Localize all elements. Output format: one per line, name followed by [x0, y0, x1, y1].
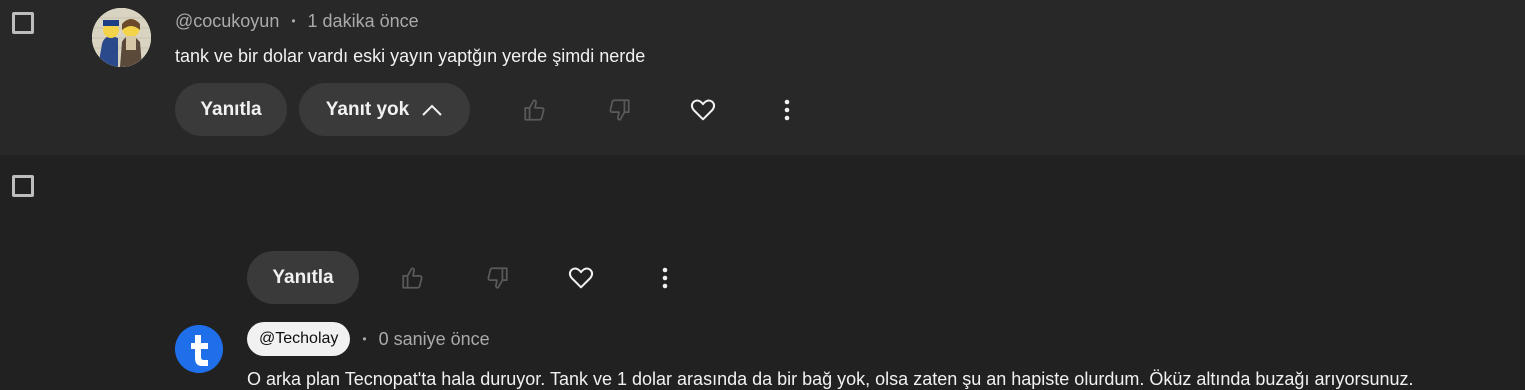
more-icon: [784, 99, 790, 121]
like-icon: [402, 267, 423, 289]
comment-meta: @Techolay • 0 saniye önce: [247, 322, 490, 356]
separator-dot: •: [362, 332, 367, 346]
more-icon: [662, 267, 668, 289]
heart-icon: [690, 99, 716, 121]
reply-button[interactable]: Yanıtla: [247, 251, 359, 304]
author-handle[interactable]: @cocukoyun: [175, 11, 279, 32]
heart-button[interactable]: [688, 95, 718, 125]
comment-meta: @cocukoyun • 1 dakika önce: [175, 9, 419, 33]
replies-toggle-label: Yanıt yok: [325, 98, 410, 120]
dislike-icon: [609, 99, 630, 121]
cartoon-avatar-icon: [92, 8, 151, 67]
chevron-up-icon: [422, 104, 442, 116]
like-button[interactable]: [398, 263, 428, 293]
reply-button-label: Yanıtla: [272, 266, 334, 288]
comment-timestamp[interactable]: 0 saniye önce: [379, 329, 490, 350]
avatar[interactable]: [175, 325, 223, 373]
select-checkbox[interactable]: [12, 175, 34, 197]
like-icon: [524, 99, 545, 121]
heart-button[interactable]: [566, 263, 596, 293]
more-actions-button[interactable]: [650, 263, 680, 293]
replies-toggle-button[interactable]: Yanıt yok: [299, 83, 470, 136]
comment-text: O arka plan Tecnopat'ta hala duruyor. Ta…: [247, 369, 1414, 389]
more-actions-button[interactable]: [772, 95, 802, 125]
comment-text: tank ve bir dolar vardı eski yayın yaptğ…: [175, 46, 646, 66]
comment-item: @cocukoyun • 1 dakika önce tank ve bir d…: [0, 0, 1525, 155]
heart-icon: [568, 267, 594, 289]
comment-timestamp[interactable]: 1 dakika önce: [308, 11, 419, 32]
like-button[interactable]: [520, 95, 550, 125]
reply-button[interactable]: Yanıtla: [175, 83, 287, 136]
select-checkbox[interactable]: [12, 12, 34, 34]
avatar[interactable]: [92, 8, 151, 67]
separator-dot: •: [291, 14, 296, 28]
channel-logo-icon: [175, 325, 223, 373]
dislike-button[interactable]: [604, 95, 634, 125]
author-handle-badge[interactable]: @Techolay: [247, 322, 351, 356]
dislike-button[interactable]: [482, 263, 512, 293]
reply-comment-item: @Techolay • 0 saniye önce O arka plan Te…: [0, 155, 1525, 389]
dislike-icon: [487, 267, 508, 289]
reply-button-label: Yanıtla: [200, 98, 262, 120]
